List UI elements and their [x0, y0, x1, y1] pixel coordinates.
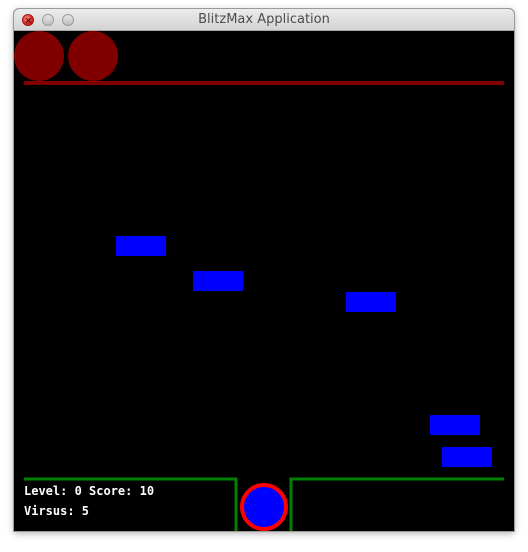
app-window: BlitzMax Application Level: 0 Score: 10 …	[14, 9, 514, 531]
virus-count-text: Virsus: 5	[24, 504, 89, 518]
falling-block	[346, 292, 396, 312]
life-ball-icon	[14, 31, 64, 81]
game-background	[14, 31, 514, 531]
falling-block	[193, 271, 243, 291]
level-score-text: Level: 0 Score: 10	[24, 484, 154, 498]
falling-block	[116, 236, 166, 256]
top-boundary-bar	[24, 81, 504, 85]
window-title: BlitzMax Application	[198, 12, 330, 27]
game-canvas[interactable]: Level: 0 Score: 10 Virsus: 5	[14, 31, 514, 531]
title-bar: BlitzMax Application	[14, 9, 514, 31]
falling-block	[430, 415, 480, 435]
player-ball[interactable]	[240, 483, 288, 531]
falling-block	[442, 447, 492, 467]
game-scene: Level: 0 Score: 10 Virsus: 5	[14, 31, 514, 531]
life-ball-icon	[68, 31, 118, 81]
